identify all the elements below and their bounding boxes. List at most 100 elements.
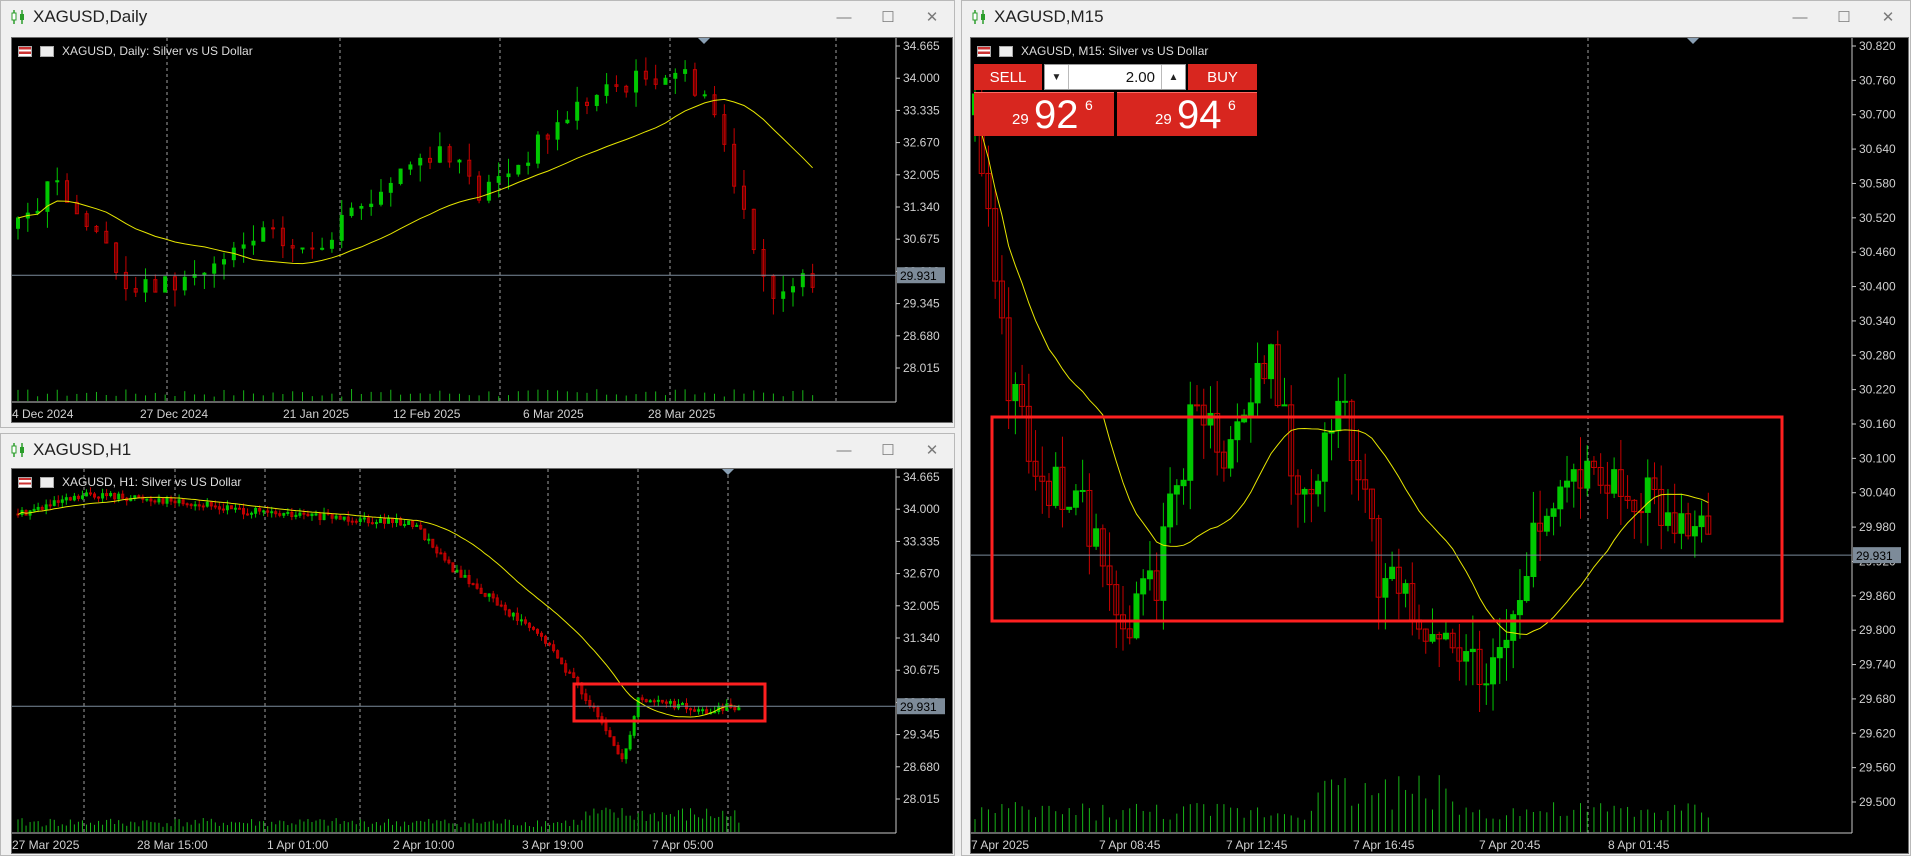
candle-body <box>202 272 207 276</box>
candle-body <box>378 191 383 205</box>
minimize-button[interactable]: — <box>822 1 866 33</box>
y-tick-label: 32.670 <box>903 136 940 150</box>
candle-body <box>1557 486 1564 510</box>
sell-button[interactable]: SELL <box>974 64 1042 90</box>
candle-body <box>697 709 701 712</box>
close-button[interactable]: ✕ <box>910 434 954 466</box>
chart-m15[interactable]: 30.820 30.760 30.700 30.640 30.580 30.520 30.4… <box>970 37 1909 854</box>
y-tick-label: 34.665 <box>903 470 940 484</box>
candle-body <box>791 286 796 293</box>
candle-body <box>72 495 76 501</box>
candle-body <box>193 504 197 507</box>
current-price-label: 29.931 <box>900 700 937 714</box>
candle-body <box>52 500 56 506</box>
candle-body <box>634 70 639 93</box>
candle-body <box>185 503 189 506</box>
lot-size-field[interactable]: ▼ 2.00 ▲ <box>1044 64 1186 90</box>
buy-price[interactable]: 29 94 6 <box>1117 92 1257 137</box>
candle-body <box>594 94 599 106</box>
window-h1[interactable]: XAGUSD,H1 — ☐ ✕ 34.665 34.000 33.335 32.670… <box>0 433 955 856</box>
candle-body <box>1315 480 1322 495</box>
candle-body <box>369 203 374 208</box>
candle-body <box>358 518 362 523</box>
candle-body <box>32 508 36 512</box>
candle-body <box>370 522 374 525</box>
candle-body <box>261 227 266 242</box>
lot-size-value[interactable]: 2.00 <box>1069 69 1161 86</box>
y-tick-label: 32.670 <box>903 567 940 581</box>
candle-body <box>1678 513 1685 534</box>
candle-body <box>237 507 241 510</box>
candle-body <box>403 523 407 526</box>
x-tick-label: 7 Apr 05:00 <box>652 838 714 852</box>
x-tick-label: 4 Dec 2024 <box>12 407 74 421</box>
chart-menu-icon[interactable] <box>999 45 1013 57</box>
candle-body <box>673 72 678 79</box>
candle-body <box>339 214 344 241</box>
chart-canvas[interactable]: 34.665 34.000 33.335 32.670 32.005 31.340 30.6… <box>12 469 953 854</box>
candle-body <box>334 515 338 519</box>
lot-increase-icon[interactable]: ▲ <box>1161 65 1185 89</box>
titlebar-h1[interactable]: XAGUSD,H1 — ☐ ✕ <box>1 434 954 466</box>
candle-body <box>1301 488 1308 495</box>
candle-body <box>628 734 632 750</box>
chart-daily[interactable]: 34.665 34.000 33.335 32.670 32.005 31.340 30.6… <box>11 37 953 423</box>
flag-icon <box>18 476 32 488</box>
y-tick-label: 30.700 <box>1859 108 1896 122</box>
candle-body <box>555 122 560 140</box>
chart-canvas[interactable]: 34.665 34.000 33.335 32.670 32.005 31.340 30.6… <box>12 38 953 423</box>
candle-body <box>374 522 378 525</box>
lot-decrease-icon[interactable]: ▼ <box>1045 65 1069 89</box>
sell-price[interactable]: 29 92 6 <box>974 92 1114 137</box>
y-tick-label: 30.820 <box>1859 39 1896 53</box>
y-tick-label: 30.040 <box>1859 486 1896 500</box>
chart-menu-icon[interactable] <box>40 45 54 57</box>
candle-body <box>314 513 318 516</box>
candle-body <box>1052 466 1059 506</box>
titlebar-m15[interactable]: XAGUSD,M15 — ☐ ✕ <box>962 1 1910 33</box>
candle-body <box>117 493 121 500</box>
window-daily[interactable]: XAGUSD,Daily — ☐ ✕ 34.665 34.000 33.335 32.… <box>0 0 955 428</box>
window-m15[interactable]: XAGUSD,M15 — ☐ ✕ 30.820 30.760 30.700 30.64… <box>961 0 1911 856</box>
chart-h1[interactable]: 34.665 34.000 33.335 32.670 32.005 31.340 30.6… <box>11 468 953 854</box>
candle-body <box>1093 528 1100 547</box>
y-tick-label: 29.345 <box>903 728 940 742</box>
y-tick-label: 28.015 <box>903 792 940 806</box>
candle-body <box>781 291 786 299</box>
candle-body <box>455 569 459 573</box>
candle-body <box>310 513 314 517</box>
candle-body <box>250 512 254 515</box>
titlebar-daily[interactable]: XAGUSD,Daily — ☐ ✕ <box>1 1 954 33</box>
maximize-button[interactable]: ☐ <box>866 434 910 466</box>
candle-body <box>271 227 276 230</box>
minimize-button[interactable]: — <box>822 434 866 466</box>
chart-canvas[interactable]: 30.820 30.760 30.700 30.640 30.580 30.520 30.4… <box>971 38 1909 854</box>
candle-body <box>294 514 298 518</box>
x-tick-label: 28 Mar 2025 <box>648 407 716 421</box>
chart-header: XAGUSD, Daily: Silver vs US Dollar <box>18 44 253 58</box>
candle-body <box>1066 506 1073 510</box>
candle-body <box>64 497 68 501</box>
candle-body <box>1664 512 1671 526</box>
candle-body <box>205 501 209 507</box>
candle-body <box>233 507 237 510</box>
maximize-button[interactable]: ☐ <box>866 1 910 33</box>
maximize-button[interactable]: ☐ <box>1822 1 1866 33</box>
close-button[interactable]: ✕ <box>1866 1 1910 33</box>
y-tick-label: 28.680 <box>903 760 940 774</box>
chart-header: XAGUSD, H1: Silver vs US Dollar <box>18 475 241 489</box>
candle-body <box>221 508 225 511</box>
close-button[interactable]: ✕ <box>910 1 954 33</box>
one-click-trading-panel[interactable]: SELL ▼ 2.00 ▲ BUY 29 92 6 29 94 6 <box>974 64 1257 137</box>
candle-body <box>362 517 366 520</box>
flag-icon <box>977 45 991 57</box>
y-tick-label: 33.335 <box>903 534 940 548</box>
candle-body <box>1254 362 1261 404</box>
candle-body <box>418 157 423 166</box>
buy-button[interactable]: BUY <box>1188 64 1257 90</box>
minimize-button[interactable]: — <box>1778 1 1822 33</box>
chart-menu-icon[interactable] <box>40 476 54 488</box>
y-tick-label: 34.000 <box>903 502 940 516</box>
candle-body <box>320 247 325 250</box>
candle-body <box>1463 651 1470 662</box>
